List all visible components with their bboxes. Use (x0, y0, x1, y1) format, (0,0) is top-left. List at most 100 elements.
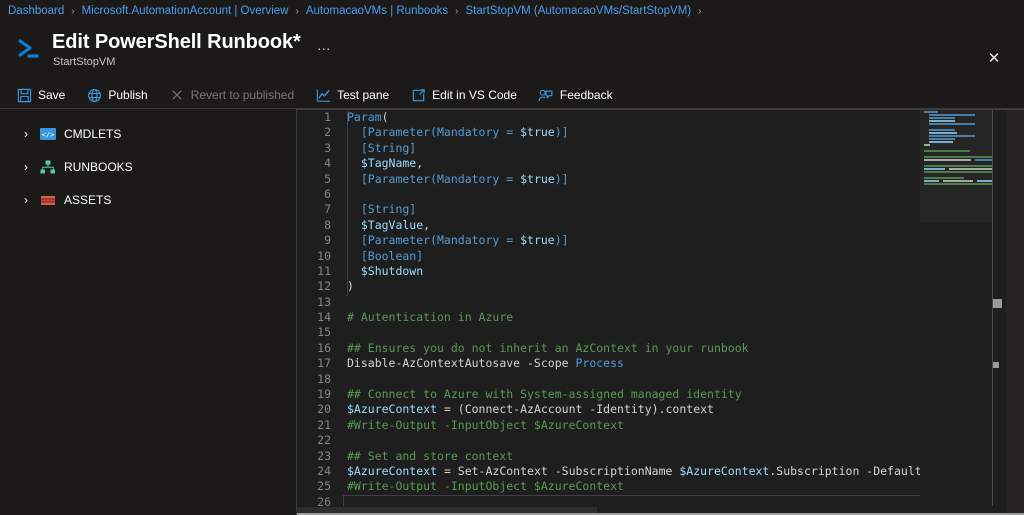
code-token: $TagName (347, 156, 416, 170)
code-line[interactable]: 24$AzureContext = Set-AzContext -Subscri… (297, 464, 920, 479)
toolbar-item-label: Test pane (337, 88, 389, 102)
line-number: 22 (297, 433, 331, 448)
minimap-segment (924, 138, 928, 140)
more-menu-button[interactable]: … (317, 37, 332, 53)
line-number: 20 (297, 402, 331, 417)
code-line-content[interactable]: $AzureContext = (Connect-AzAccount -Iden… (331, 402, 920, 417)
code-token: ## Ensures you do not inherit an AzConte… (347, 341, 749, 355)
code-line-content[interactable]: $TagName, (331, 156, 920, 171)
minimap-segment (929, 123, 975, 125)
code-token: $true (520, 233, 555, 247)
code-line[interactable]: 10 [Boolean] (297, 249, 920, 264)
code-line[interactable]: 16## Ensures you do not inherit an AzCon… (297, 341, 920, 356)
code-line[interactable]: 18 (297, 372, 920, 387)
code-line-content[interactable]: [String] (331, 141, 920, 156)
ruler-divider (992, 110, 993, 506)
code-line-content[interactable] (331, 325, 920, 340)
code-line-content[interactable]: [Parameter(Mandatory = $true)] (331, 172, 920, 187)
code-line-content[interactable]: [String] (331, 202, 920, 217)
code-line[interactable]: 6 (297, 187, 920, 202)
edit-in-vs-code-button[interactable]: Edit in VS Code (410, 83, 528, 107)
breadcrumb-item[interactable]: AutomacaoVMs | Runbooks (306, 5, 448, 17)
close-icon[interactable]: ✕ (984, 48, 1004, 68)
line-number: 12 (297, 279, 331, 294)
line-number: 18 (297, 372, 331, 387)
tree-item-cmdlets[interactable]: ›</>CMDLETS (0, 117, 296, 150)
code-token: = (Connect-AzAccount -Identity).context (437, 402, 714, 416)
code-line-content[interactable]: # Autentication in Azure (331, 310, 920, 325)
test-pane-button[interactable]: Test pane (315, 83, 400, 107)
chevron-right-icon[interactable]: › (18, 160, 34, 174)
code-line[interactable]: 12) (297, 279, 920, 294)
code-line-content[interactable] (331, 187, 920, 202)
line-number: 4 (297, 156, 331, 171)
chevron-right-icon[interactable]: › (18, 193, 34, 207)
code-line[interactable]: 14# Autentication in Azure (297, 310, 920, 325)
code-line-content[interactable]: ) (331, 279, 920, 294)
code-token: $AzureContext (347, 402, 437, 416)
code-token: [String] (347, 202, 416, 216)
code-line-content[interactable]: [Parameter(Mandatory = $true)] (331, 125, 920, 140)
code-line-content[interactable] (331, 372, 920, 387)
code-line-content[interactable]: [Parameter(Mandatory = $true)] (331, 233, 920, 248)
code-line[interactable]: 25#Write-Output -InputObject $AzureConte… (297, 479, 920, 494)
code-text-area[interactable]: 1Param(2 [Parameter(Mandatory = $true)]3… (297, 110, 920, 515)
code-line[interactable]: 3 [String] (297, 141, 920, 156)
code-line[interactable]: 1Param( (297, 110, 920, 125)
breadcrumb-item[interactable]: StartStopVM (AutomacaoVMs/StartStopVM) (466, 5, 692, 17)
minimap-segment (929, 117, 955, 119)
page-subtitle: StartStopVM (53, 56, 332, 68)
minimap-segment (924, 159, 971, 161)
code-line[interactable]: 20$AzureContext = (Connect-AzAccount -Id… (297, 402, 920, 417)
code-line-content[interactable]: $TagValue, (331, 218, 920, 233)
code-line[interactable]: 21#Write-Output -InputObject $AzureConte… (297, 418, 920, 433)
code-line[interactable]: 11 $Shutdown (297, 264, 920, 279)
code-line[interactable]: 4 $TagName, (297, 156, 920, 171)
code-line-content[interactable]: $Shutdown (331, 264, 920, 279)
code-line[interactable]: 2 [Parameter(Mandatory = $true)] (297, 125, 920, 140)
tree-item-runbooks[interactable]: ›RUNBOOKS (0, 150, 296, 183)
code-line[interactable]: 23## Set and store context (297, 449, 920, 464)
code-minimap[interactable] (920, 110, 992, 506)
code-line-content[interactable]: ## Set and store context (331, 449, 920, 464)
minimap-segment (924, 168, 945, 170)
tree-item-assets[interactable]: ›ASSETS (0, 183, 296, 216)
breadcrumb-item[interactable]: Dashboard (8, 5, 64, 17)
code-line-content[interactable]: [Boolean] (331, 249, 920, 264)
svg-text:</>: </> (42, 131, 55, 139)
chevron-right-icon[interactable]: › (18, 127, 34, 141)
command-toolbar: SavePublishRevert to publishedTest paneE… (0, 82, 1024, 108)
code-line[interactable]: 17Disable-AzContextAutosave -Scope Proce… (297, 356, 920, 371)
line-number: 9 (297, 233, 331, 248)
code-editor[interactable]: 1Param(2 [Parameter(Mandatory = $true)]3… (296, 109, 1024, 515)
minimap-segment (924, 156, 992, 158)
toolbar-item-label: Publish (108, 88, 147, 102)
feedback-button[interactable]: Feedback (538, 83, 624, 107)
save-button[interactable]: Save (16, 83, 76, 107)
code-line[interactable]: 15 (297, 325, 920, 340)
code-line[interactable]: 5 [Parameter(Mandatory = $true)] (297, 172, 920, 187)
code-line-content[interactable]: ## Connect to Azure with System-assigned… (331, 387, 920, 402)
minimap-segment (977, 180, 992, 182)
overview-ruler[interactable] (992, 110, 1006, 506)
code-line-content[interactable]: Param( (331, 110, 920, 125)
code-line-content[interactable] (331, 433, 920, 448)
code-line-content[interactable]: #Write-Output -InputObject $AzureContext (331, 479, 920, 494)
code-line[interactable]: 22 (297, 433, 920, 448)
vscode-icon (410, 87, 426, 103)
vertical-scrollbar[interactable] (1006, 110, 1024, 515)
minimap-segment (924, 144, 930, 146)
code-line[interactable]: 9 [Parameter(Mandatory = $true)] (297, 233, 920, 248)
code-line[interactable]: 13 (297, 295, 920, 310)
minimap-segment (924, 141, 928, 143)
code-line[interactable]: 19## Connect to Azure with System-assign… (297, 387, 920, 402)
code-line[interactable]: 8 $TagValue, (297, 218, 920, 233)
code-line-content[interactable] (331, 295, 920, 310)
publish-button[interactable]: Publish (86, 83, 158, 107)
code-line-content[interactable]: #Write-Output -InputObject $AzureContext (331, 418, 920, 433)
code-line-content[interactable]: ## Ensures you do not inherit an AzConte… (331, 341, 920, 356)
code-line[interactable]: 7 [String] (297, 202, 920, 217)
code-line-content[interactable]: $AzureContext = Set-AzContext -Subscript… (331, 464, 920, 479)
code-line-content[interactable]: Disable-AzContextAutosave -Scope Process (331, 356, 920, 371)
breadcrumb-item[interactable]: Microsoft.AutomationAccount | Overview (82, 5, 289, 17)
